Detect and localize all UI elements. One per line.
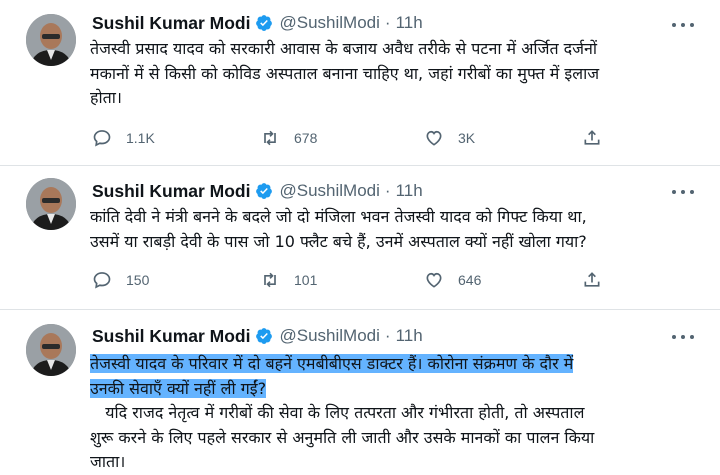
tweet-text-line: शुरू करने के लिए पहले सरकार से अनुमति ली… [90, 427, 595, 447]
tweet-actions: 150 101 646 [92, 270, 612, 294]
tweet-3[interactable]: Sushil Kumar Modi @SushilModi · 11h तेजस… [0, 310, 720, 475]
tweet-text-line: कांति देवी ने मंत्री बनने के बदले जो दो … [90, 207, 587, 226]
retweet-count: 101 [294, 272, 318, 288]
reply-icon [93, 272, 111, 289]
like-count: 3K [458, 130, 476, 146]
share-button[interactable] [582, 128, 616, 148]
tweet-text: कांति देवी ने मंत्री बनने के बदले जो दो … [90, 205, 700, 254]
retweet-button[interactable]: 101 [260, 270, 317, 290]
verified-badge-icon [255, 182, 273, 200]
tweet-text-line: जाता। [90, 452, 126, 471]
separator-dot: · [384, 13, 391, 32]
tweet-text: तेजस्वी यादव के परिवार में दो बहनें एमबी… [90, 352, 700, 475]
tweet-timestamp[interactable]: 11h [396, 326, 423, 346]
reply-count: 1.1K [126, 130, 155, 146]
separator-dot: · [384, 181, 391, 200]
highlighted-text: उनकी सेवाएँ क्यों नहीं ली गईं? [90, 378, 267, 398]
tweet-text-line: मकानों में से किसी को कोविड अस्पताल बनान… [90, 63, 600, 83]
avatar[interactable] [26, 14, 76, 66]
tweet-1[interactable]: Sushil Kumar Modi @SushilModi · 11h तेजस… [0, 0, 720, 165]
tweet-header: Sushil Kumar Modi @SushilModi · 11h [92, 180, 423, 202]
retweet-button[interactable]: 678 [260, 128, 317, 148]
like-count: 646 [458, 272, 482, 288]
tweet-timestamp[interactable]: 11h [396, 181, 423, 201]
verified-badge-icon [255, 14, 273, 32]
tweet-actions: 1.1K 678 3K [92, 128, 612, 152]
verified-badge-icon [255, 327, 273, 345]
highlighted-text: तेजस्वी यादव के परिवार में दो बहनें एमबी… [90, 354, 574, 373]
reply-button[interactable]: 1.1K [92, 128, 155, 148]
author-handle[interactable]: @SushilModi [279, 13, 379, 33]
author-name[interactable]: Sushil Kumar Modi [92, 181, 250, 202]
tweet-2[interactable]: Sushil Kumar Modi @SushilModi · 11h कांत… [0, 166, 720, 309]
tweet-text-line: उसमें या राबड़ी देवी के पास जो 10 फ्लैट … [90, 231, 587, 251]
tweet-header: Sushil Kumar Modi @SushilModi · 11h [92, 12, 423, 34]
like-button[interactable]: 3K [424, 128, 475, 148]
share-button[interactable] [582, 270, 616, 290]
reply-count: 150 [126, 272, 150, 288]
author-handle[interactable]: @SushilModi [279, 181, 379, 201]
share-icon [584, 130, 600, 145]
author-name[interactable]: Sushil Kumar Modi [92, 13, 250, 34]
tweet-text-line: यदि राजद नेतृत्व में गरीबों की सेवा के ल… [90, 403, 585, 422]
author-name[interactable]: Sushil Kumar Modi [92, 326, 250, 347]
retweet-icon [264, 272, 276, 288]
tweet-timestamp[interactable]: 11h [396, 13, 423, 33]
like-icon [426, 272, 442, 288]
more-options-icon[interactable] [672, 188, 694, 196]
more-options-icon[interactable] [672, 21, 694, 29]
avatar[interactable] [26, 178, 76, 230]
tweet-text: तेजस्वी प्रसाद यादव को सरकारी आवास के बज… [90, 37, 700, 111]
tweet-header: Sushil Kumar Modi @SushilModi · 11h [92, 325, 423, 347]
retweet-count: 678 [294, 130, 318, 146]
reply-icon [93, 130, 111, 147]
author-handle[interactable]: @SushilModi [279, 326, 379, 346]
share-icon [584, 272, 600, 287]
retweet-icon [264, 130, 276, 146]
avatar[interactable] [26, 324, 76, 376]
tweet-text-line: तेजस्वी प्रसाद यादव को सरकारी आवास के बज… [90, 39, 598, 58]
more-options-icon[interactable] [672, 333, 694, 341]
like-button[interactable]: 646 [424, 270, 481, 290]
like-icon [426, 130, 442, 146]
tweet-text-line: होता। [90, 88, 122, 107]
separator-dot: · [384, 326, 391, 345]
reply-button[interactable]: 150 [92, 270, 149, 290]
